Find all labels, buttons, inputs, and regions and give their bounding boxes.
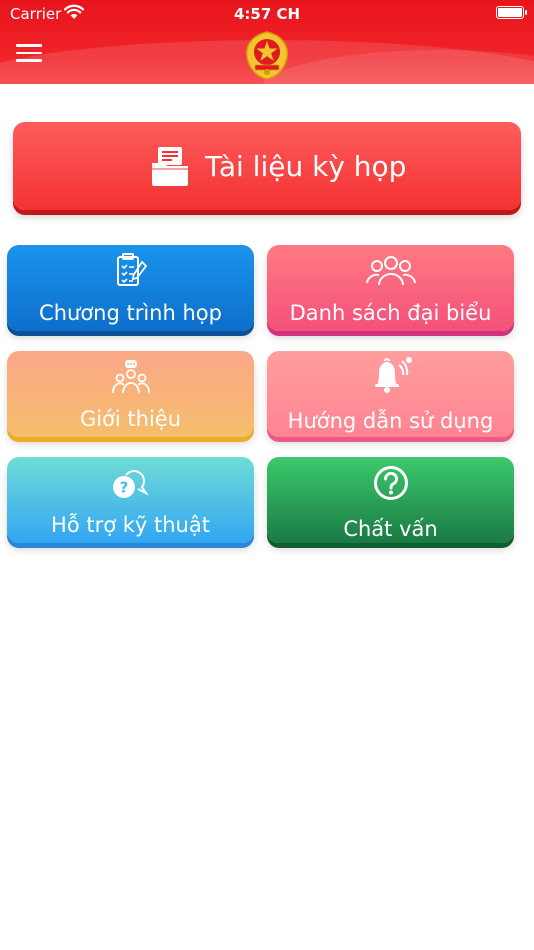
national-emblem-icon [245,31,289,80]
svg-text:?: ? [119,479,128,497]
people-speech-icon [111,360,150,394]
meeting-documents-button[interactable]: Tài liệu kỳ họp [13,122,521,210]
user-guide-button[interactable]: Hướng dẫn sử dụng [267,351,514,437]
meeting-documents-label: Tài liệu kỳ họp [205,150,407,183]
technical-support-button[interactable]: ? Hỗ trợ kỹ thuật [7,457,254,543]
app-header: Carrier 4:57 CH [0,0,534,84]
clipboard-checklist-icon [116,253,147,286]
notification-bell-icon [374,357,412,393]
hamburger-menu-icon[interactable] [16,44,42,64]
battery-icon [496,6,527,19]
status-time: 4:57 CH [233,5,301,23]
document-folder-icon [152,147,188,186]
introduction-label: Giới thiệu [79,407,182,431]
user-guide-label: Hướng dẫn sử dụng [287,409,494,433]
introduction-button[interactable]: Giới thiệu [7,351,254,437]
meeting-agenda-button[interactable]: Chương trình họp [7,245,254,331]
delegate-list-button[interactable]: Danh sách đại biểu [267,245,514,331]
delegate-list-label: Danh sách đại biểu [289,301,492,325]
interpellation-label: Chất vấn [343,517,438,541]
interpellation-button[interactable]: Chất vấn [267,457,514,543]
people-group-icon [365,256,416,286]
question-circle-icon [373,466,408,500]
help-chat-icon: ? [112,470,149,498]
status-bar: Carrier 4:57 CH [0,0,534,28]
meeting-agenda-label: Chương trình họp [39,301,222,325]
technical-support-label: Hỗ trợ kỹ thuật [51,513,210,537]
